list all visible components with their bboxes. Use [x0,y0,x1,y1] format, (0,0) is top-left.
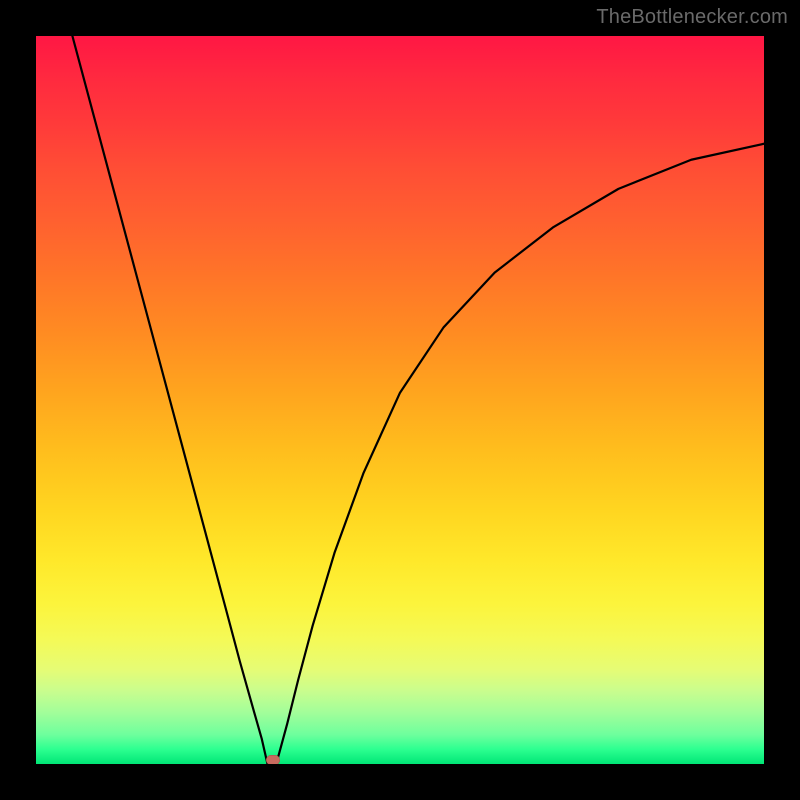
watermark-text: TheBottlenecker.com [596,6,788,29]
plot-area [36,36,764,764]
chart-frame: TheBottlenecker.com [0,0,800,800]
bottleneck-curve [36,36,764,764]
optimal-point-marker [266,755,280,764]
